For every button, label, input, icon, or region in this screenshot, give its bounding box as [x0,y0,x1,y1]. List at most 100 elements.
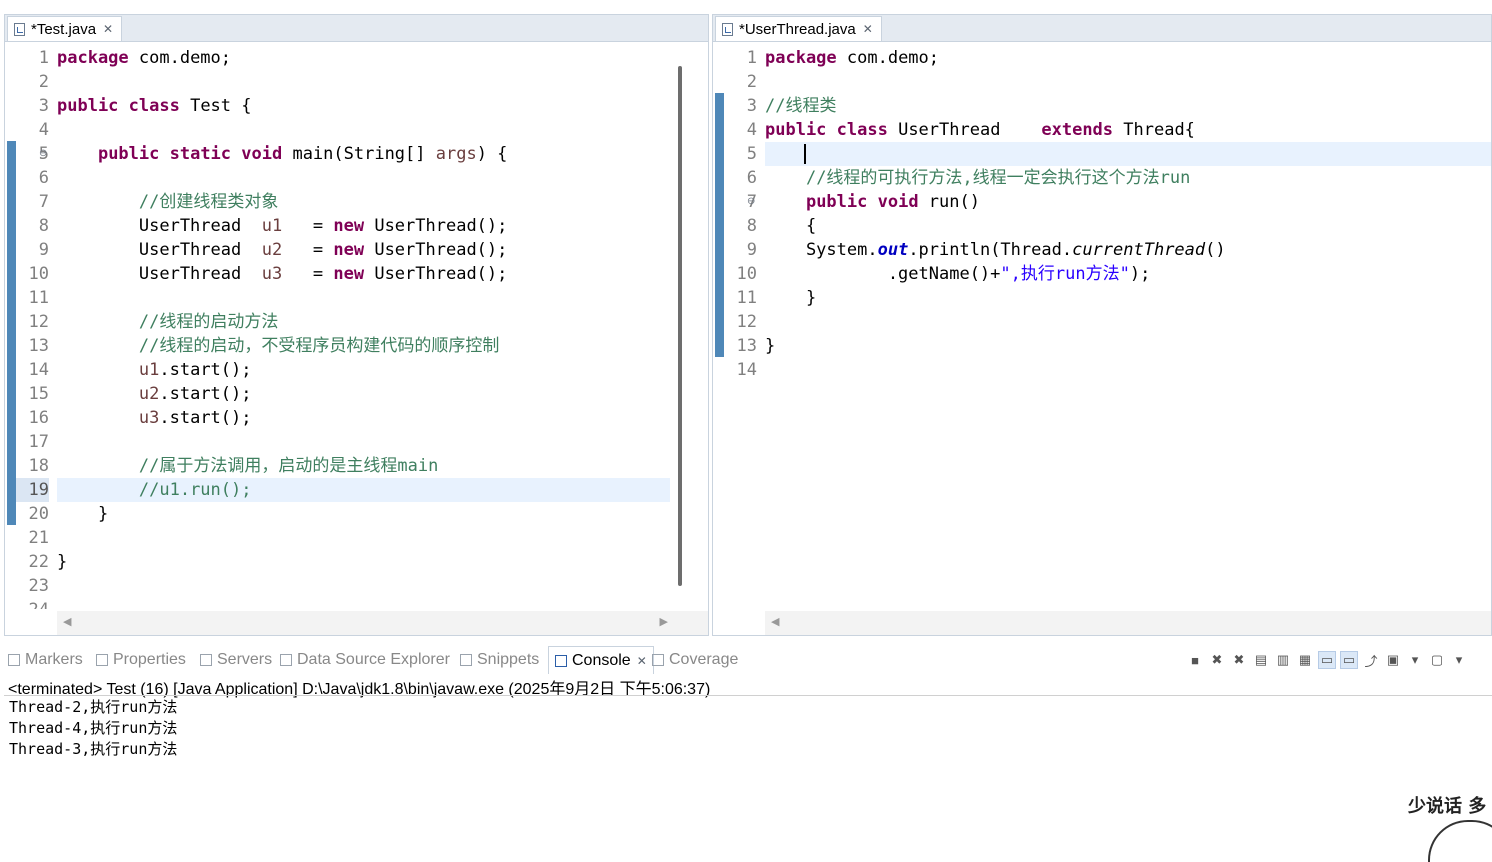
remove-launch-icon[interactable]: ✖ [1208,651,1226,669]
code-line[interactable]: //属于方法调用，启动的是主线程main [57,454,670,478]
tab-coverage[interactable]: Coverage [652,646,738,674]
console-tab-bar: ■ ✖ ✖ ▤ ▥ ▦ ▭ ▭ ⤴ ▣ ▾ ▢ ▾ Markers Properties Servers Da… [4,646,1492,674]
code-line[interactable]: package com.demo; [765,46,1491,70]
tab-properties[interactable]: Properties [96,646,186,674]
code-line[interactable] [57,118,670,142]
code-token: UserThread(); [374,264,508,284]
remove-all-icon[interactable]: ✖ [1230,651,1248,669]
console-output[interactable]: Thread-2,执行run方法 Thread-4,执行run方法 Thread-3… [9,697,177,760]
code-token: u3 [261,264,283,284]
code-line[interactable] [57,574,670,598]
tab-userthread-java[interactable]: *UserThread.java ✕ [715,16,882,41]
code-line[interactable]: { [765,214,1491,238]
show-stderr-icon[interactable]: ▭ [1340,651,1358,669]
code-line[interactable]: UserThread u3 = new UserThread(); [57,262,670,286]
code-line[interactable]: } [765,334,1491,358]
code-line[interactable]: package com.demo; [57,46,670,70]
tab-title: *Test.java [31,20,97,38]
chevron-down-icon[interactable]: ▾ [1450,651,1468,669]
code-line[interactable]: .getName()+",执行run方法"); [765,262,1491,286]
code-token: //线程的可执行方法,线程一定会执行这个方法run [805,168,1191,188]
show-stdout-icon[interactable]: ▭ [1318,651,1336,669]
word-wrap-icon[interactable]: ▦ [1296,651,1314,669]
console-toolbar: ■ ✖ ✖ ▤ ▥ ▦ ▭ ▭ ⤴ ▣ ▾ ▢ ▾ [1184,646,1470,674]
code-token: out [877,240,909,260]
left-editor-tabbar: *Test.java ✕ [5,15,708,42]
code-line[interactable] [57,70,670,94]
display-console-icon[interactable]: ▣ [1384,651,1402,669]
tab-markers[interactable]: Markers [8,646,83,674]
right-code-area[interactable]: 1 2 3 4 5 6 7 ⊖ 8 9 10 11 12 13 14 package com.demo;//… [713,42,1491,609]
code-line[interactable]: //线程的启动方法 [57,310,670,334]
fold-collapse-icon[interactable]: ⊖ [39,148,47,159]
scroll-lock-icon[interactable]: ▥ [1274,651,1292,669]
horizontal-scrollbar[interactable]: ◀ ▶ [57,611,708,635]
console-output-line: Thread-4,执行run方法 [9,719,178,737]
code-line[interactable]: u2.start(); [57,382,670,406]
code-line[interactable] [765,70,1491,94]
code-line[interactable] [765,310,1491,334]
fold-collapse-icon[interactable]: ⊖ [747,196,755,207]
code-line[interactable]: System.out.println(Thread.currentThread(… [765,238,1491,262]
code-token: class [836,120,899,140]
code-line[interactable]: u3.start(); [57,406,670,430]
code-token: extends [1041,120,1124,140]
close-icon[interactable]: ✕ [103,22,113,36]
scroll-right-icon[interactable]: ▶ [660,615,668,628]
chevron-down-icon[interactable]: ▾ [1406,651,1424,669]
code-line[interactable] [57,166,670,190]
code-line[interactable]: //线程类 [765,94,1491,118]
code-line[interactable] [57,598,670,609]
scroll-left-icon[interactable]: ◀ [63,615,71,628]
code-line[interactable]: } [57,550,670,574]
tab-servers[interactable]: Servers [200,646,272,674]
code-line[interactable]: public void run() [765,190,1491,214]
clear-console-icon[interactable]: ▤ [1252,651,1270,669]
code-line[interactable] [57,430,670,454]
code-line[interactable] [57,526,670,550]
pin-console-icon[interactable]: ⤴ [1362,651,1380,669]
tab-snippets[interactable]: Snippets [460,646,539,674]
scroll-left-icon[interactable]: ◀ [771,615,779,628]
terminate-icon[interactable]: ■ [1186,651,1204,669]
code-line[interactable]: //u1.run(); [57,478,670,502]
code-token: args [435,144,477,164]
code-line[interactable] [765,358,1491,382]
code-line[interactable]: u1.start(); [57,358,670,382]
code-line[interactable]: public class UserThread extends Thread{ [765,118,1491,142]
code-line[interactable]: } [57,502,670,526]
tab-data-source-explorer[interactable]: Data Source Explorer [280,646,450,674]
tab-label: Data Source Explorer [297,651,450,668]
code-token: u2 [138,384,160,404]
code-token: = [282,264,334,284]
close-icon[interactable]: ✕ [637,654,647,668]
data-source-icon [280,654,292,666]
code-line[interactable]: //创建线程类对象 [57,190,670,214]
tab-test-java[interactable]: *Test.java ✕ [7,16,123,41]
line-number: 1 [746,48,757,68]
code-line[interactable]: public static void main(String[] args) { [57,142,670,166]
left-editor: *Test.java ✕ 1 2 3 4 5 ⊖ 6 7 8 9 10 11 12 13 14 15 16 17 1… [4,14,709,636]
tab-console[interactable]: Console ✕ [548,646,654,674]
code-line[interactable]: //线程的可执行方法,线程一定会执行这个方法run [765,166,1491,190]
code-line[interactable]: } [765,286,1491,310]
vertical-scrollbar[interactable] [678,66,682,586]
open-console-icon[interactable]: ▢ [1428,651,1446,669]
code-line[interactable] [765,142,1491,166]
code-line[interactable]: public class Test { [57,94,670,118]
code-token: //线程的启动方法 [138,312,279,332]
code-token: .println(Thread. [908,240,1073,260]
left-code-area[interactable]: 12345⊖6789101112131415161718192021222324… [5,42,708,609]
horizontal-scrollbar[interactable]: ◀ [765,611,1491,635]
code-line[interactable] [57,286,670,310]
close-icon[interactable]: ✕ [863,22,873,36]
code-line[interactable]: UserThread u1 = new UserThread(); [57,214,670,238]
code-line[interactable]: UserThread u2 = new UserThread(); [57,238,670,262]
code-token: currentThread [1072,240,1206,260]
code-line[interactable]: //线程的启动，不受程序员构建代码的顺序控制 [57,334,670,358]
line-number: 24 [9,598,49,609]
